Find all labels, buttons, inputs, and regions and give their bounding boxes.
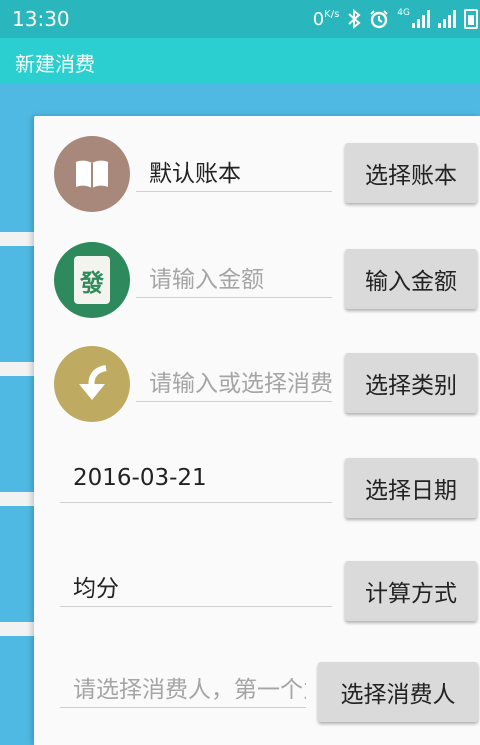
payer-row: 请选择消费人，第一个为付款人 选择消费人	[34, 661, 480, 741]
arrow-down-icon	[54, 346, 130, 422]
status-bar: 13:30 0K/s 4G	[0, 0, 480, 38]
select-payer-button[interactable]: 选择消费人	[318, 662, 478, 722]
network-type-icon: 4G	[397, 8, 410, 18]
bluetooth-icon	[348, 9, 361, 29]
calc-method-button[interactable]: 计算方式	[345, 561, 477, 621]
amount-row: 發 请输入金额 输入金额	[34, 242, 480, 322]
network-speed-value: 0	[312, 8, 325, 30]
new-expense-dialog: 默认账本 选择账本 發 请输入金额 输入金额 请输入或选择消费类别 选择类别 2…	[34, 116, 480, 745]
page-title: 新建消费	[15, 52, 95, 76]
calc-field[interactable]: 均分	[60, 569, 332, 607]
select-date-button[interactable]: 选择日期	[345, 458, 477, 518]
date-row: 2016-03-21 选择日期	[34, 453, 480, 533]
input-amount-button[interactable]: 输入金额	[345, 249, 477, 309]
amount-input[interactable]: 请输入金额	[136, 260, 332, 298]
select-account-button[interactable]: 选择账本	[345, 143, 477, 203]
account-field[interactable]: 默认账本	[136, 154, 332, 192]
status-icons: 0K/s 4G	[313, 7, 480, 31]
payer-input[interactable]: 请选择消费人，第一个为付款人	[60, 670, 306, 708]
select-category-button[interactable]: 选择类别	[345, 353, 477, 413]
mahjong-icon: 發	[54, 242, 130, 318]
signal-icon	[412, 10, 430, 28]
category-input[interactable]: 请输入或选择消费类别	[136, 364, 332, 402]
category-row: 请输入或选择消费类别 选择类别	[34, 346, 480, 426]
network-speed: 0K/s	[313, 9, 340, 30]
account-row: 默认账本 选择账本	[34, 136, 480, 216]
book-icon	[54, 136, 130, 212]
status-time: 13:30	[12, 7, 70, 31]
background-list	[0, 84, 34, 745]
battery-icon	[464, 9, 478, 29]
calc-row: 均分 计算方式	[34, 557, 480, 637]
app-bar: 新建消费	[0, 38, 480, 84]
alarm-icon	[370, 10, 389, 29]
signal-icon-2	[438, 10, 456, 28]
network-speed-unit: K/s	[324, 8, 340, 20]
date-field[interactable]: 2016-03-21	[60, 465, 332, 503]
